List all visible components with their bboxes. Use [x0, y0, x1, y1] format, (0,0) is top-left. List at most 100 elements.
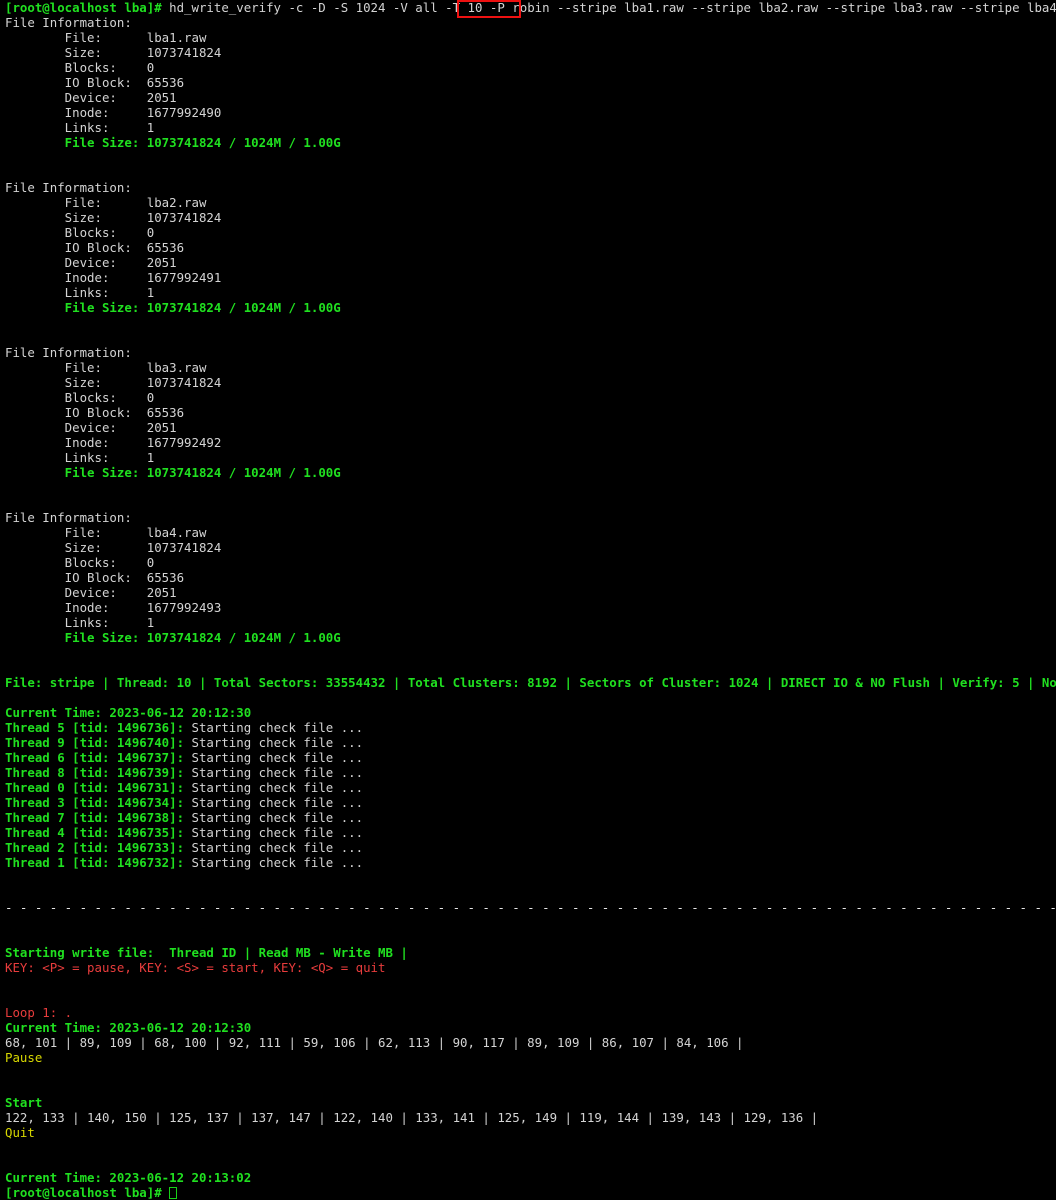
value-ioblock-1: 65536 [146, 75, 185, 90]
thread-message: Starting check file ... [184, 765, 364, 780]
label-file-4: File: [5, 525, 147, 540]
value-device-1: 2051 [146, 90, 177, 105]
file-row-file-1: File: lba1.raw [0, 30, 1056, 45]
thread-line: Thread 6 [tid: 1496737]: Starting check … [0, 750, 1056, 765]
label-size-4: Size: [5, 540, 147, 555]
label-size-2: Size: [5, 210, 147, 225]
thread-label: Thread 7 [tid: 1496738]: [5, 810, 185, 825]
value-file-2: lba2.raw [146, 195, 207, 210]
label-ioblock-1: IO Block: [5, 75, 147, 90]
thread-message: Starting check file ... [184, 780, 364, 795]
value-device-3: 2051 [146, 420, 177, 435]
current-time-2: Current Time: 2023-06-12 20:12:30 [5, 1020, 252, 1035]
file-row-filesize-2: File Size: 1073741824 / 1024M / 1.00G [0, 300, 1056, 315]
file-row-filesize-3: File Size: 1073741824 / 1024M / 1.00G [0, 465, 1056, 480]
label-links-1: Links: [5, 120, 147, 135]
value-size-2: 1073741824 [146, 210, 222, 225]
file-row-blocks-3: Blocks: 0 [0, 390, 1056, 405]
value-size-4: 1073741824 [146, 540, 222, 555]
file-row-ioblock-4: IO Block: 65536 [0, 570, 1056, 585]
thread-line: Thread 5 [tid: 1496736]: Starting check … [0, 720, 1056, 735]
label-file-3: File: [5, 360, 147, 375]
shell-prompt: [root@localhost lba]# [5, 1185, 162, 1200]
label-device-4: Device: [5, 585, 147, 600]
command-highlighted-option: -P robin [489, 0, 550, 15]
separator-line: - - - - - - - - - - - - - - - - - - - - … [5, 900, 1056, 915]
file-row-filesize-4: File Size: 1073741824 / 1024M / 1.00G [0, 630, 1056, 645]
value-device-4: 2051 [146, 585, 177, 600]
value-filesize-2: 1073741824 / 1024M / 1.00G [146, 300, 341, 315]
command-line: [root@localhost lba]# hd_write_verify -c… [0, 0, 1056, 15]
thread-message: Starting check file ... [184, 720, 364, 735]
value-inode-4: 1677992493 [146, 600, 222, 615]
label-links-3: Links: [5, 450, 147, 465]
file-row-blocks-1: Blocks: 0 [0, 60, 1056, 75]
file-row-inode-1: Inode: 1677992490 [0, 105, 1056, 120]
file-row-filesize-1: File Size: 1073741824 / 1024M / 1.00G [0, 135, 1056, 150]
status-summary-line: File: stripe | Thread: 10 | Total Sector… [5, 675, 1056, 690]
final-prompt-line[interactable]: [root@localhost lba]# [0, 1185, 1056, 1200]
value-ioblock-2: 65536 [146, 240, 185, 255]
value-blocks-2: 0 [146, 225, 155, 240]
file-row-inode-3: Inode: 1677992492 [0, 435, 1056, 450]
thread-message: Starting check file ... [184, 795, 364, 810]
value-file-4: lba4.raw [146, 525, 207, 540]
thread-line: Thread 4 [tid: 1496735]: Starting check … [0, 825, 1056, 840]
thread-line: Thread 3 [tid: 1496734]: Starting check … [0, 795, 1056, 810]
thread-line: Thread 9 [tid: 1496740]: Starting check … [0, 735, 1056, 750]
label-blocks-4: Blocks: [5, 555, 147, 570]
write-header-line: Starting write file: Thread ID | Read MB… [5, 945, 408, 960]
label-inode-2: Inode: [5, 270, 147, 285]
value-inode-2: 1677992491 [146, 270, 222, 285]
file-row-blocks-4: Blocks: 0 [0, 555, 1056, 570]
value-filesize-4: 1073741824 / 1024M / 1.00G [146, 630, 341, 645]
thread-label: Thread 4 [tid: 1496735]: [5, 825, 185, 840]
thread-message: Starting check file ... [184, 825, 364, 840]
value-blocks-1: 0 [146, 60, 155, 75]
file-row-file-3: File: lba3.raw [0, 360, 1056, 375]
value-links-4: 1 [146, 615, 155, 630]
pause-status: Pause [5, 1050, 43, 1065]
command-pre-highlight: hd_write_verify -c -D -S 1024 -V all -T … [161, 0, 490, 15]
thread-label: Thread 9 [tid: 1496740]: [5, 735, 185, 750]
thread-line: Thread 1 [tid: 1496732]: Starting check … [0, 855, 1056, 870]
quit-status: Quit [5, 1125, 35, 1140]
start-status: Start [5, 1095, 43, 1110]
thread-label: Thread 2 [tid: 1496733]: [5, 840, 185, 855]
label-file-1: File: [5, 30, 147, 45]
thread-label: Thread 0 [tid: 1496731]: [5, 780, 185, 795]
value-ioblock-4: 65536 [146, 570, 185, 585]
file-row-size-1: Size: 1073741824 [0, 45, 1056, 60]
terminal-window[interactable]: [root@localhost lba]# hd_write_verify -c… [0, 0, 1056, 1200]
thread-message: Starting check file ... [184, 810, 364, 825]
command-post-highlight: --stripe lba1.raw --stripe lba2.raw --st… [549, 0, 1056, 15]
thread-label: Thread 6 [tid: 1496737]: [5, 750, 185, 765]
thread-message: Starting check file ... [184, 840, 364, 855]
file-row-file-4: File: lba4.raw [0, 525, 1056, 540]
file-row-ioblock-3: IO Block: 65536 [0, 405, 1056, 420]
value-links-3: 1 [146, 450, 155, 465]
label-inode-1: Inode: [5, 105, 147, 120]
value-ioblock-3: 65536 [146, 405, 185, 420]
label-inode-4: Inode: [5, 600, 147, 615]
label-blocks-3: Blocks: [5, 390, 147, 405]
current-time-3: Current Time: 2023-06-12 20:13:02 [5, 1170, 252, 1185]
file-row-device-2: Device: 2051 [0, 255, 1056, 270]
label-ioblock-2: IO Block: [5, 240, 147, 255]
file-info-header-3: File Information: [5, 345, 132, 360]
file-row-size-4: Size: 1073741824 [0, 540, 1056, 555]
label-inode-3: Inode: [5, 435, 147, 450]
thread-line: Thread 0 [tid: 1496731]: Starting check … [0, 780, 1056, 795]
file-info-header-4: File Information: [5, 510, 132, 525]
current-time-1: Current Time: 2023-06-12 20:12:30 [5, 705, 252, 720]
